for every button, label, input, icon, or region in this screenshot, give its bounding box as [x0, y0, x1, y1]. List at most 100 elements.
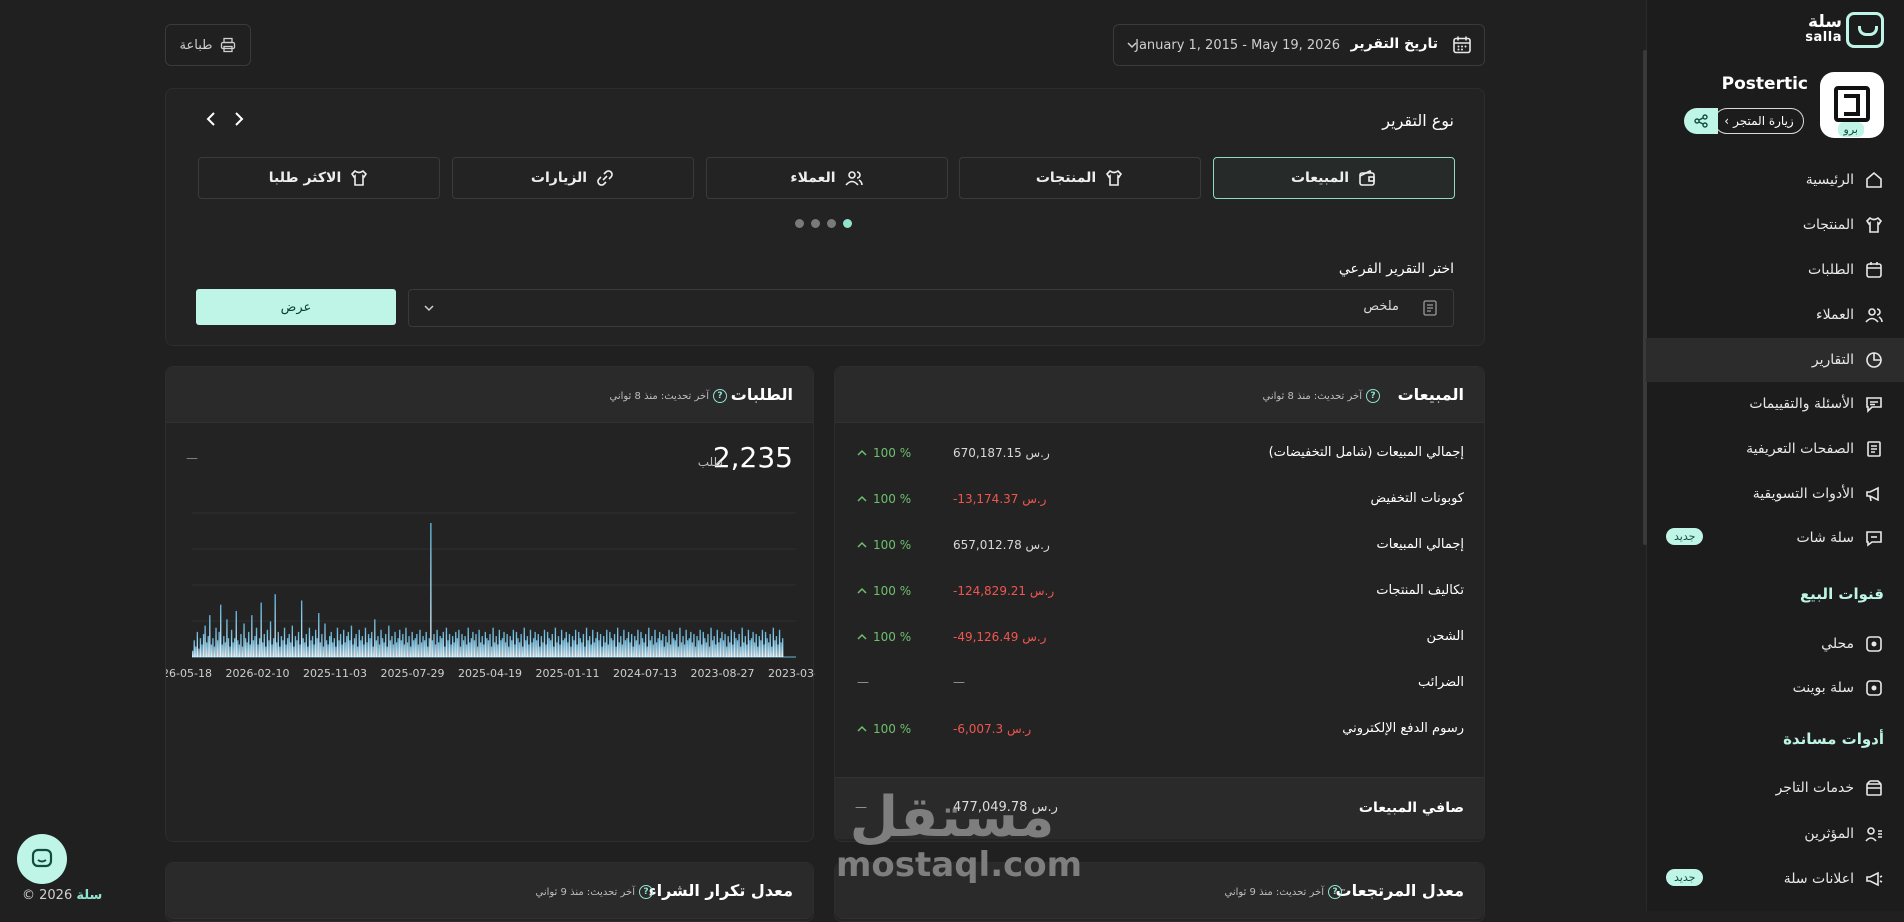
chart-bar — [420, 642, 423, 657]
sidebar-item-chat[interactable]: سلة شات جديد — [1646, 516, 1904, 560]
chart-bar — [592, 629, 594, 657]
chart-bar — [475, 633, 477, 657]
chart-bar — [613, 633, 616, 657]
chart-bar — [206, 642, 208, 657]
chart-bar — [738, 633, 740, 657]
chart-bar — [702, 631, 704, 658]
tab-users[interactable]: العملاء — [706, 157, 948, 199]
date-range-picker[interactable]: تاريخ التقرير January 1, 2015 - May 19, … — [1113, 24, 1485, 66]
carousel-dot-active[interactable] — [843, 219, 852, 228]
help-icon[interactable]: ? — [713, 389, 727, 403]
repeat-panel-updated: آخر تحديث: منذ 9 ثواني ? — [535, 885, 653, 899]
arrow-up-icon — [857, 495, 867, 503]
chart-bar — [209, 615, 211, 658]
sidebar-item-calendar[interactable]: الطلبات — [1646, 248, 1904, 292]
chart-bar — [560, 629, 563, 657]
support-chat-button[interactable] — [17, 834, 67, 884]
home-icon — [1864, 170, 1884, 190]
sidebar-item-ads[interactable]: اعلانات سلة جديد — [1646, 857, 1904, 901]
help-icon[interactable]: ? — [1328, 885, 1342, 899]
chart-bar — [195, 646, 197, 657]
share-button[interactable] — [1684, 108, 1718, 134]
tab-shirt[interactable]: الاكثر طلبا — [198, 157, 440, 199]
chart-bar — [680, 642, 683, 657]
shirt-icon — [1104, 168, 1124, 188]
chart-bar — [523, 627, 525, 657]
link-icon — [595, 168, 615, 188]
chart-bar — [360, 640, 362, 657]
sales-row-pct-value: 100 % — [873, 722, 912, 736]
sidebar-item-box[interactable]: خدمات التاجر — [1646, 766, 1904, 810]
chart-bar — [282, 640, 284, 657]
chart-bar — [683, 644, 686, 657]
chevron-right-icon[interactable] — [232, 111, 246, 127]
chart-bar — [318, 613, 320, 657]
chart-bar — [674, 640, 676, 657]
chart-bar — [643, 642, 645, 657]
orders-panel-title: الطلبات — [730, 385, 793, 404]
chart-bar — [514, 644, 516, 657]
chevron-left-icon[interactable] — [204, 111, 218, 127]
chart-bar — [545, 644, 547, 657]
chart-bar — [746, 644, 748, 657]
chart-bar — [400, 640, 402, 657]
chart-bar — [565, 631, 567, 658]
chart-bar — [229, 646, 231, 657]
visit-store-button[interactable]: زيارة المتجر › — [1714, 108, 1804, 134]
chart-bar — [718, 642, 720, 657]
users-icon — [844, 168, 864, 188]
sales-panel: المبيعات آخر تحديث: منذ 8 ثواني ? إجمالي… — [834, 366, 1485, 842]
watermark-latin: mostaql.com — [836, 845, 1083, 885]
sub-report-select[interactable]: ملخص — [408, 289, 1454, 327]
tab-link[interactable]: الزيارات — [452, 157, 694, 199]
sales-row-pct: 100 % — [857, 538, 911, 552]
sidebar-item-comment[interactable]: الأسئلة والتقييمات — [1646, 382, 1904, 426]
chart-bar — [662, 633, 664, 657]
chart-bar — [721, 631, 723, 658]
carousel-dot[interactable] — [827, 219, 836, 228]
sales-row-label: رسوم الدفع الإلكتروني — [1342, 721, 1464, 736]
chart-bar — [588, 636, 591, 657]
sidebar-item-pie-chart[interactable]: التقارير — [1646, 338, 1904, 382]
tab-shirt[interactable]: المنتجات — [959, 157, 1201, 199]
sidebar-item-store[interactable]: محلي — [1646, 622, 1904, 666]
chart-bar — [767, 642, 770, 657]
sidebar-item-shirt[interactable]: المنتجات — [1646, 203, 1904, 247]
sidebar-item-label: المؤثرين — [1804, 826, 1854, 842]
chart-bar — [299, 644, 301, 657]
carousel-dot[interactable] — [795, 219, 804, 228]
carousel-dot[interactable] — [811, 219, 820, 228]
view-report-button[interactable]: عرض — [196, 289, 396, 325]
chart-bar — [465, 644, 468, 657]
sidebar-item-influencer[interactable]: المؤثرين — [1646, 812, 1904, 856]
chart-bar — [198, 648, 200, 658]
chart-bar — [729, 642, 731, 657]
chart-bar — [584, 646, 586, 657]
print-button[interactable]: طباعة — [165, 24, 251, 66]
chart-bar — [364, 627, 367, 657]
sidebar-item-point[interactable]: سلة بوينت — [1646, 666, 1904, 710]
sales-row-label: إجمالي المبيعات — [1376, 537, 1464, 552]
chart-x-tick-label: 2023-08-27 — [691, 667, 755, 680]
plan-badge: برو — [1837, 122, 1864, 137]
chart-bar — [349, 640, 351, 657]
chart-bar — [665, 636, 667, 657]
chart-bar — [629, 642, 631, 657]
sales-row-amount: -124,829.21 ر.س — [953, 584, 1055, 598]
sidebar-item-megaphone[interactable]: الأدوات التسويقية — [1646, 472, 1904, 516]
sales-row-pct-value: 100 % — [873, 492, 912, 506]
sidebar-item-home[interactable]: الرئيسية — [1646, 158, 1904, 202]
chart-bar — [395, 642, 398, 657]
help-icon[interactable]: ? — [1366, 389, 1380, 403]
chart-bar — [494, 642, 496, 657]
salla-logo[interactable]: سلة salla — [1792, 12, 1884, 48]
sidebar-item-book[interactable]: الصفحات التعريفية — [1646, 427, 1904, 471]
chart-bar — [755, 633, 757, 657]
tab-wallet[interactable]: المبيعات — [1213, 157, 1455, 199]
chart-bar — [708, 646, 711, 657]
chart-bar — [652, 644, 655, 657]
help-icon[interactable]: ? — [639, 885, 653, 899]
chart-bar — [439, 636, 441, 657]
sidebar-item-users[interactable]: العملاء — [1646, 293, 1904, 337]
sales-row-label: إجمالي المبيعات (شامل التخفيضات) — [1268, 445, 1464, 460]
